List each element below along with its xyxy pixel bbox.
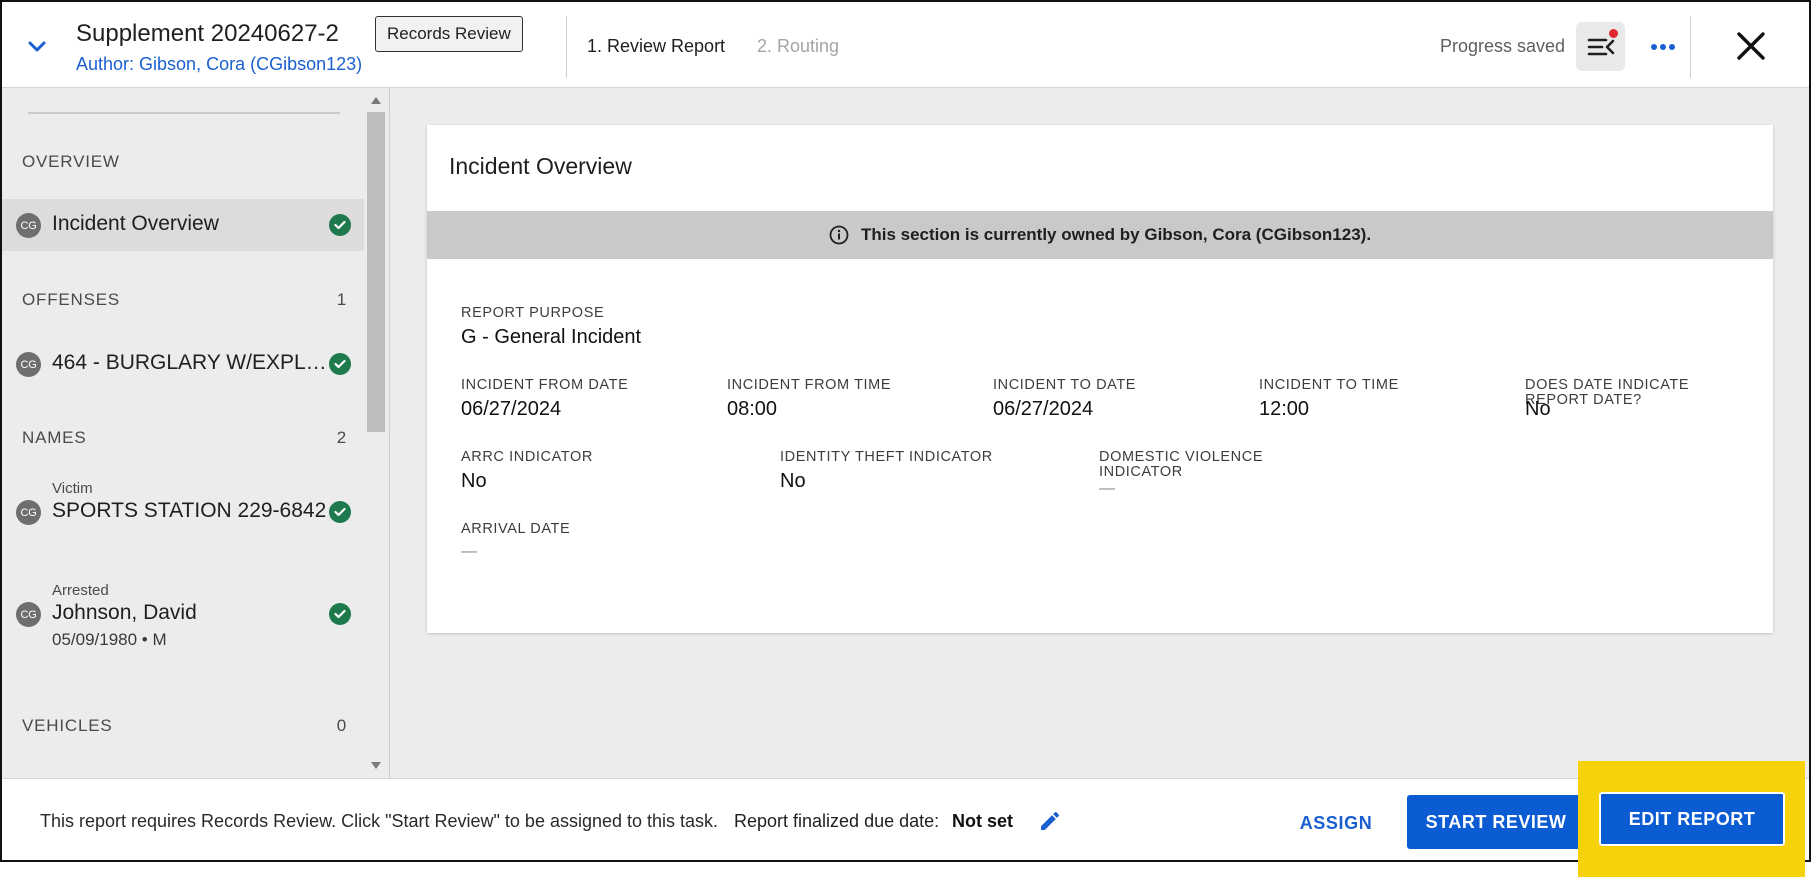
scroll-down-arrow-icon[interactable]: [371, 762, 381, 769]
field-value: —: [1099, 480, 1115, 497]
sidebar-item-incident-overview[interactable]: CG Incident Overview: [2, 199, 364, 251]
chevron-down-icon: [28, 41, 46, 52]
step-routing[interactable]: 2. Routing: [757, 36, 839, 57]
section-count: 0: [336, 716, 347, 735]
field-date-indicates-report-date: DOES DATE INDICATE REPORT DATE? No: [1525, 378, 1705, 421]
header-divider: [1690, 16, 1691, 78]
scroll-thumb[interactable]: [367, 112, 385, 432]
ownership-text: This section is currently owned by Gibso…: [860, 225, 1372, 244]
activity-list-icon: [1587, 38, 1614, 55]
sidebar-item-label: SPORTS STATION 229-6842: [52, 499, 327, 522]
header-divider: [566, 16, 567, 78]
activity-button[interactable]: [1576, 22, 1625, 71]
avatar: CG: [16, 213, 41, 238]
sidebar-item-label: 464 - BURGLARY W/EXPL…: [52, 351, 327, 374]
field-incident-to-date: INCIDENT TO DATE 06/27/2024: [993, 378, 1136, 421]
records-review-badge: Records Review: [375, 16, 523, 52]
field-value: 06/27/2024: [993, 398, 1094, 420]
sidebar-item-label: Incident Overview: [52, 212, 219, 235]
section-count: 2: [336, 428, 347, 447]
section-header-overview: OVERVIEW: [22, 152, 347, 172]
field-incident-to-time: INCIDENT TO TIME 12:00: [1259, 378, 1399, 421]
sidebar-item-victim[interactable]: Victim CG SPORTS STATION 229-6842: [2, 480, 364, 554]
field-arrival-date: ARRIVAL DATE —: [461, 522, 570, 561]
field-label: IDENTITY THEFT INDICATOR: [780, 449, 993, 465]
section-title: VEHICLES: [22, 716, 113, 735]
section-count: 1: [336, 290, 347, 309]
info-icon: [829, 225, 849, 245]
edit-report-button[interactable]: EDIT REPORT: [1599, 792, 1785, 846]
field-identity-theft-indicator: IDENTITY THEFT INDICATOR No: [780, 450, 993, 493]
field-label: INCIDENT FROM DATE: [461, 377, 629, 393]
section-header-offenses: OFFENSES 1: [22, 290, 347, 310]
more-horizontal-icon: [1651, 44, 1675, 50]
ownership-banner: This section is currently owned by Gibso…: [427, 211, 1773, 259]
more-options-button[interactable]: [1647, 32, 1679, 62]
field-value: No: [461, 470, 487, 492]
card-title: Incident Overview: [449, 153, 632, 179]
avatar: CG: [16, 500, 41, 525]
close-button[interactable]: [1731, 26, 1771, 66]
field-report-purpose: REPORT PURPOSE G - General Incident: [461, 306, 641, 349]
due-date-label: Report finalized due date:: [734, 811, 940, 831]
sidebar-scrollbar[interactable]: [364, 88, 388, 778]
progress-status: Progress saved: [1440, 36, 1566, 56]
complete-check-icon: [329, 501, 351, 523]
edit-report-highlight: EDIT REPORT: [1578, 761, 1805, 877]
section-header-names: NAMES 2: [22, 428, 347, 448]
field-label: REPORT PURPOSE: [461, 305, 605, 321]
step-review-report[interactable]: 1. Review Report: [587, 36, 725, 57]
author-link[interactable]: Author: Gibson, Cora (CGibson123): [76, 54, 362, 75]
field-value: 08:00: [727, 398, 778, 420]
action-footer: This report requires Records Review. Cli…: [2, 778, 1809, 860]
section-title: NAMES: [22, 428, 87, 447]
section-title: OFFENSES: [22, 290, 121, 309]
field-value: 06/27/2024: [461, 398, 562, 420]
field-label: INCIDENT TO DATE: [993, 377, 1137, 393]
edit-due-date-button[interactable]: [1035, 806, 1065, 836]
avatar: CG: [16, 602, 41, 627]
avatar: CG: [16, 352, 41, 377]
field-value: G - General Incident: [461, 326, 642, 348]
close-icon: [1737, 32, 1765, 60]
role-label: Arrested: [52, 582, 109, 599]
section-header-vehicles: VEHICLES 0: [22, 716, 347, 736]
field-value: —: [461, 543, 477, 560]
field-incident-from-date: INCIDENT FROM DATE 06/27/2024: [461, 378, 628, 421]
field-arrc-indicator: ARRC INDICATOR No: [461, 450, 593, 493]
field-label: INCIDENT TO TIME: [1259, 377, 1399, 393]
sidebar-item-offense[interactable]: CG 464 - BURGLARY W/EXPL…: [2, 338, 364, 390]
notification-dot: [1609, 29, 1618, 38]
sidebar-item-arrested[interactable]: Arrested CG Johnson, David 05/09/1980 • …: [2, 582, 364, 666]
review-instructions: This report requires Records Review. Cli…: [40, 811, 719, 831]
main-content: Incident Overview This section is curren…: [390, 88, 1809, 778]
field-domestic-violence-indicator: DOMESTIC VIOLENCE INDICATOR —: [1099, 450, 1279, 498]
report-window: Supplement 20240627-2 Author: Gibson, Co…: [0, 0, 1811, 862]
field-label: INCIDENT FROM TIME: [727, 377, 892, 393]
incident-overview-card: Incident Overview This section is curren…: [427, 125, 1773, 633]
field-value: No: [780, 470, 806, 492]
sidebar-divider: [28, 112, 340, 114]
collapse-button[interactable]: [22, 32, 52, 62]
start-review-button[interactable]: START REVIEW: [1407, 795, 1585, 849]
complete-check-icon: [329, 214, 351, 236]
sidebar-item-label: Johnson, David: [52, 601, 197, 624]
complete-check-icon: [329, 603, 351, 625]
pencil-icon: [1041, 811, 1060, 830]
scroll-up-arrow-icon[interactable]: [371, 97, 381, 104]
role-label: Victim: [52, 480, 93, 497]
complete-check-icon: [329, 353, 351, 375]
field-value: 12:00: [1259, 398, 1310, 420]
field-label: ARRIVAL DATE: [461, 521, 571, 537]
assign-button[interactable]: ASSIGN: [1284, 797, 1388, 849]
field-incident-from-time: INCIDENT FROM TIME 08:00: [727, 378, 891, 421]
section-title: OVERVIEW: [22, 152, 120, 171]
report-title: Supplement 20240627-2: [76, 20, 339, 47]
person-details: 05/09/1980 • M: [52, 630, 167, 649]
field-label: ARRC INDICATOR: [461, 449, 593, 465]
report-header: Supplement 20240627-2 Author: Gibson, Co…: [2, 2, 1809, 88]
due-date-value: Not set: [952, 811, 1014, 831]
section-navigation: OVERVIEW CG Incident Overview OFFENSES 1…: [2, 88, 390, 778]
field-label: DOMESTIC VIOLENCE INDICATOR: [1099, 449, 1264, 480]
